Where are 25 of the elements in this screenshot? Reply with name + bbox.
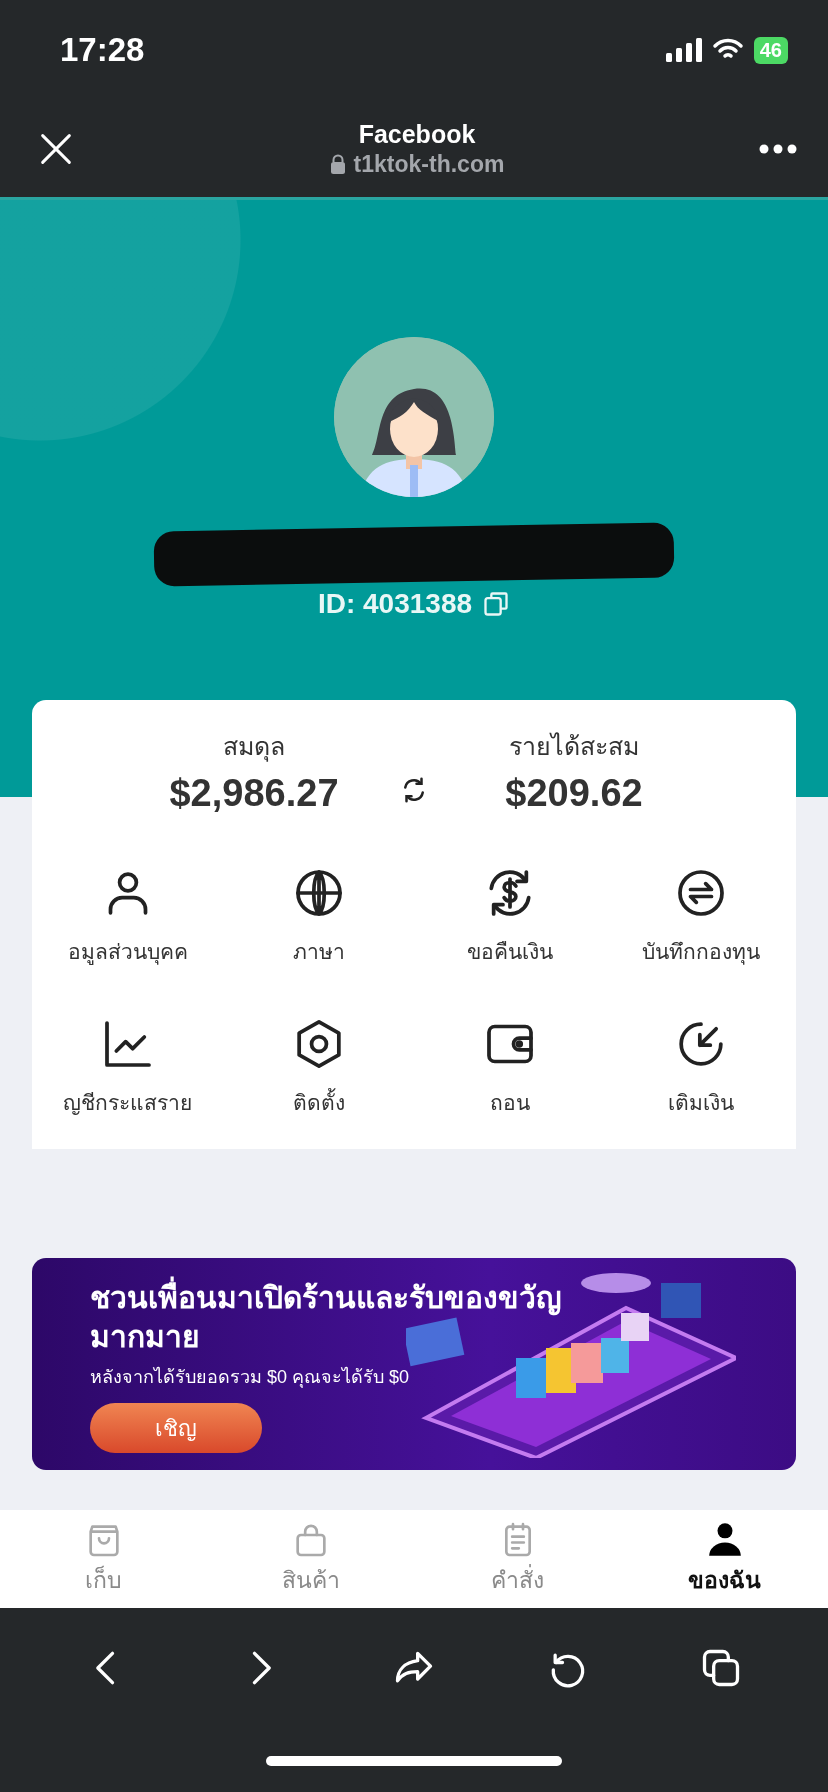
menu-item[interactable]: ขอคืนเงิน (414, 865, 605, 968)
more-button[interactable] (758, 142, 798, 155)
status-time: 17:28 (60, 31, 145, 69)
user-id: ID: 4031388 (317, 588, 473, 620)
menu-item[interactable]: ถอน (414, 1016, 605, 1119)
page-url: t1ktok-th.com (353, 150, 505, 178)
balance-label: สมดุล (223, 731, 285, 764)
lock-icon (329, 154, 346, 174)
nav-tab[interactable]: เก็บ (0, 1510, 207, 1608)
nav-tab[interactable]: ของฉัน (621, 1510, 828, 1608)
balance-amount: $209.62 (505, 772, 643, 815)
battery-level: 46 (753, 36, 788, 64)
balance-label: รายได้สะสม (509, 731, 639, 762)
copy-button[interactable] (482, 590, 511, 618)
signal-icon (665, 38, 702, 62)
banner-subtitle: หลังจากได้รับยอดรวม $0 คุณจะได้รับ $0 (90, 1366, 411, 1390)
menu-item[interactable]: บันทึกกองทุน (605, 865, 796, 968)
balance-amount: $2,986.27 (169, 772, 339, 815)
banner-title: ชวนเพื่อนมาเปิดร้านและรับของขวัญมากมาย (90, 1278, 590, 1356)
menu-item[interactable]: ติดตั้ง (223, 1016, 414, 1119)
menu-item[interactable]: ญชีกระแสราย (32, 1016, 223, 1119)
page-title: Facebook (358, 119, 476, 149)
menu-item[interactable]: ภาษา (223, 865, 414, 968)
menu-item[interactable]: อมูลส่วนบุคค (32, 865, 223, 968)
menu-item[interactable]: เติมเงิน (605, 1016, 796, 1119)
